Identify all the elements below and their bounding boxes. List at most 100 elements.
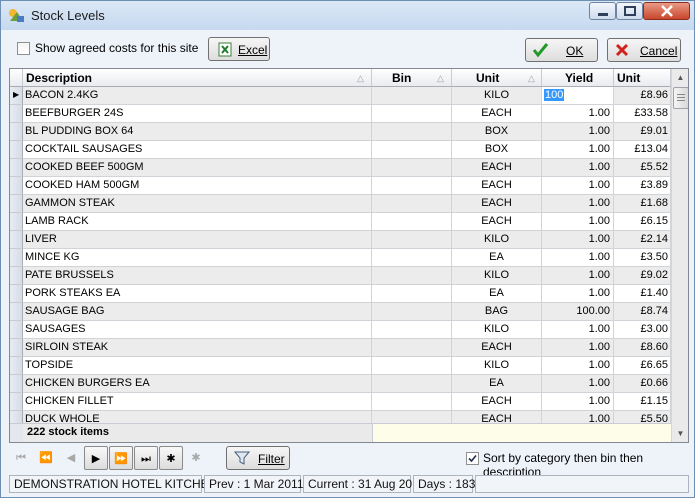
cell-description[interactable]: PORK STEAKS EA [23, 285, 372, 303]
filter-button[interactable]: Filter [226, 446, 290, 470]
cell-bin[interactable] [372, 141, 452, 159]
close-button[interactable] [643, 2, 690, 20]
prev-record-button[interactable]: ◀ [59, 446, 83, 470]
cell-bin[interactable] [372, 177, 452, 195]
cell-cost[interactable]: £1.15 [614, 393, 671, 411]
cell-yield[interactable]: 1.00 [542, 105, 614, 123]
cell-bin[interactable] [372, 87, 452, 105]
row-indicator[interactable] [10, 321, 23, 339]
cell-unit[interactable]: EA [452, 375, 542, 393]
stock-grid[interactable]: Description △ Bin △ Unit △ Yield Unit Co… [9, 68, 689, 443]
first-record-button[interactable]: ⏮ [9, 446, 33, 470]
cell-unit[interactable]: EACH [452, 339, 542, 357]
vertical-scrollbar[interactable]: ▲ ▼ [671, 69, 688, 442]
column-header-unit[interactable]: Unit △ [452, 69, 542, 87]
cell-yield[interactable]: 1.00 [542, 249, 614, 267]
cell-bin[interactable] [372, 285, 452, 303]
table-row[interactable]: SAUSAGE BAG BAG 100.00 £8.74 [10, 303, 671, 321]
cell-yield[interactable]: 1.00 [542, 159, 614, 177]
cell-yield[interactable]: 1.00 [542, 123, 614, 141]
minimize-button[interactable] [589, 2, 616, 20]
cell-yield[interactable]: 1.00 [542, 357, 614, 375]
cell-yield[interactable]: 100.00 [542, 303, 614, 321]
excel-button[interactable]: Excel [208, 37, 270, 61]
cell-description[interactable]: BL PUDDING BOX 64 [23, 123, 372, 141]
cell-cost[interactable]: £1.40 [614, 285, 671, 303]
yield-edit-field[interactable]: 100 [544, 89, 565, 101]
column-header-unit-cost[interactable]: Unit Cost [614, 69, 671, 99]
cell-unit[interactable]: EACH [452, 159, 542, 177]
cell-cost[interactable]: £5.52 [614, 159, 671, 177]
table-row[interactable]: SIRLOIN STEAK EACH 1.00 £8.60 [10, 339, 671, 357]
cell-yield[interactable]: 1.00 [542, 393, 614, 411]
cell-cost[interactable]: £33.58 [614, 105, 671, 123]
row-indicator[interactable] [10, 195, 23, 213]
table-row[interactable]: LIVER KILO 1.00 £2.14 [10, 231, 671, 249]
row-indicator[interactable] [10, 339, 23, 357]
cell-bin[interactable] [372, 267, 452, 285]
cell-yield[interactable]: 1.00 [542, 321, 614, 339]
cell-description[interactable]: LIVER [23, 231, 372, 249]
column-header-yield[interactable]: Yield [542, 69, 614, 87]
row-indicator[interactable] [10, 357, 23, 375]
cell-cost[interactable]: £9.02 [614, 267, 671, 285]
cell-bin[interactable] [372, 105, 452, 123]
cell-yield[interactable]: 1.00 [542, 177, 614, 195]
cell-unit[interactable]: BOX [452, 123, 542, 141]
sort-checkbox[interactable] [466, 452, 479, 465]
cell-description[interactable]: COOKED HAM 500GM [23, 177, 372, 195]
next-page-button[interactable]: ⏩ [109, 446, 133, 470]
cell-description[interactable]: MINCE KG [23, 249, 372, 267]
cell-yield[interactable]: 1.00 [542, 267, 614, 285]
table-row[interactable]: SAUSAGES KILO 1.00 £3.00 [10, 321, 671, 339]
table-row[interactable]: TOPSIDE KILO 1.00 £6.65 [10, 357, 671, 375]
ok-button[interactable]: OK [525, 38, 598, 62]
table-row[interactable]: MINCE KG EA 1.00 £3.50 [10, 249, 671, 267]
cell-yield[interactable]: 1.00 [542, 231, 614, 249]
row-indicator[interactable] [10, 177, 23, 195]
cell-bin[interactable] [372, 339, 452, 357]
cell-yield[interactable]: 1.00 [542, 213, 614, 231]
cell-unit[interactable]: EACH [452, 105, 542, 123]
insert-record-button[interactable]: ✱ [159, 446, 183, 470]
cell-bin[interactable] [372, 393, 452, 411]
cell-cost[interactable]: £9.01 [614, 123, 671, 141]
row-indicator[interactable] [10, 231, 23, 249]
show-agreed-costs-checkbox[interactable] [17, 42, 30, 55]
row-indicator[interactable] [10, 141, 23, 159]
cell-bin[interactable] [372, 357, 452, 375]
cell-description[interactable]: COOKED BEEF 500GM [23, 159, 372, 177]
cell-unit[interactable]: EACH [452, 195, 542, 213]
cell-cost[interactable]: £3.50 [614, 249, 671, 267]
cell-unit[interactable]: BAG [452, 303, 542, 321]
cell-yield[interactable]: 1.00 [542, 339, 614, 357]
cell-cost[interactable]: £0.66 [614, 375, 671, 393]
cell-bin[interactable] [372, 159, 452, 177]
cell-bin[interactable] [372, 123, 452, 141]
cell-cost[interactable]: £3.89 [614, 177, 671, 195]
cell-cost[interactable]: £8.96 [614, 87, 671, 105]
table-row[interactable]: COOKED BEEF 500GM EACH 1.00 £5.52 [10, 159, 671, 177]
cell-yield[interactable]: 1.00 [542, 285, 614, 303]
column-header-bin[interactable]: Bin △ [372, 69, 452, 87]
prev-page-button[interactable]: ⏪ [34, 446, 58, 470]
cell-bin[interactable] [372, 195, 452, 213]
cell-description[interactable]: BACON 2.4KG [23, 87, 372, 105]
cell-unit[interactable]: KILO [452, 321, 542, 339]
cell-unit[interactable]: KILO [452, 267, 542, 285]
row-indicator[interactable] [10, 303, 23, 321]
cell-description[interactable]: PATE BRUSSELS [23, 267, 372, 285]
cell-description[interactable]: TOPSIDE [23, 357, 372, 375]
cell-unit[interactable]: BOX [452, 141, 542, 159]
cell-unit[interactable]: KILO [452, 231, 542, 249]
table-row[interactable]: CHICKEN FILLET EACH 1.00 £1.15 [10, 393, 671, 411]
cell-yield[interactable]: 1.00 [542, 141, 614, 159]
row-indicator[interactable]: ▶ [10, 87, 23, 105]
scroll-down-button[interactable]: ▼ [672, 425, 688, 442]
cell-cost[interactable]: £6.65 [614, 357, 671, 375]
row-indicator[interactable] [10, 375, 23, 393]
cell-description[interactable]: SAUSAGE BAG [23, 303, 372, 321]
cell-unit[interactable]: EA [452, 249, 542, 267]
cell-description[interactable]: SAUSAGES [23, 321, 372, 339]
cell-description[interactable]: SIRLOIN STEAK [23, 339, 372, 357]
